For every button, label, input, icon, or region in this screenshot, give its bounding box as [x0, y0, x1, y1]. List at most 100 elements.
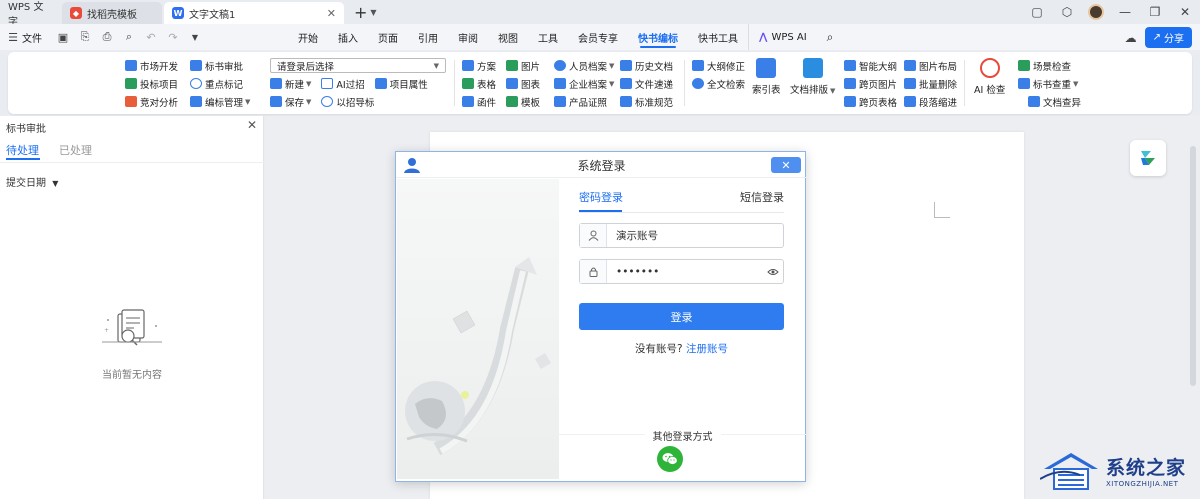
tab-insert[interactable]: 插入: [328, 24, 368, 50]
new-icon: [270, 78, 282, 89]
project-props-button[interactable]: 项目属性: [374, 76, 428, 91]
ai-pass-button[interactable]: AI过招: [321, 76, 365, 91]
layout-icon[interactable]: ▢: [1028, 3, 1046, 21]
tab-close-icon[interactable]: ✕: [327, 7, 336, 20]
vertical-scrollbar[interactable]: [1190, 146, 1196, 386]
history-icon: [620, 60, 632, 71]
bid-manage-button[interactable]: 编标管理 ▼: [190, 94, 250, 109]
tab-sms-login[interactable]: 短信登录: [740, 189, 784, 205]
index-table-button[interactable]: 索引表: [752, 58, 781, 96]
tab-document[interactable]: W 文字文稿1 ✕: [164, 2, 344, 24]
chevron-down-icon[interactable]: ▼: [188, 30, 202, 44]
tab-reference[interactable]: 引用: [408, 24, 448, 50]
chevron-down-icon[interactable]: ▼: [370, 8, 376, 17]
account-field[interactable]: 演示账号: [579, 223, 784, 248]
batch-delete-button[interactable]: 批量删除: [904, 76, 957, 91]
doc-diff-button[interactable]: 文档查异: [1028, 94, 1081, 109]
tab-member[interactable]: 会员专享: [568, 24, 628, 50]
scene-check-button[interactable]: 场景检查: [1018, 58, 1081, 73]
login-button[interactable]: 登录: [579, 303, 784, 330]
guide-bid-button[interactable]: 以招导标: [321, 94, 374, 109]
new-button[interactable]: 新建 ▼: [270, 76, 311, 91]
save-button[interactable]: 保存 ▼: [270, 94, 311, 109]
ai-check-button[interactable]: AI 检查: [974, 58, 1005, 96]
tab-kuaishu-bid[interactable]: 快书编标: [628, 24, 688, 50]
file-express-button[interactable]: 文件速递: [620, 76, 673, 91]
tab-kuaishu-tools[interactable]: 快书工具: [688, 24, 748, 50]
close-icon[interactable]: ✕: [247, 118, 257, 132]
product-cert-button[interactable]: 产品证照: [554, 94, 614, 109]
chart-button[interactable]: 图表: [506, 76, 540, 91]
tab-template[interactable]: ◆ 找稻壳模板: [62, 2, 162, 24]
docer-icon: ◆: [70, 7, 82, 19]
password-field[interactable]: •••••••: [579, 259, 784, 284]
avatar[interactable]: [1088, 4, 1104, 20]
indent-button[interactable]: 段落缩进: [904, 94, 957, 109]
wechat-login-icon[interactable]: [657, 446, 683, 472]
bid-approval-button[interactable]: 标书审批: [190, 58, 250, 73]
tab-pending[interactable]: 待处理: [6, 142, 39, 158]
account-input[interactable]: 演示账号: [607, 228, 783, 243]
chevron-down-icon: ▼: [306, 79, 312, 88]
minimize-icon[interactable]: —: [1116, 3, 1134, 21]
tab-review[interactable]: 审阅: [448, 24, 488, 50]
redo-icon[interactable]: ↷: [166, 30, 180, 44]
outline-fix-button[interactable]: 大纲修正: [692, 58, 745, 73]
undo-icon[interactable]: ↶: [144, 30, 158, 44]
watermark-name: 系统之家: [1106, 457, 1187, 479]
standard-button[interactable]: 标准规范: [620, 94, 673, 109]
doc-layout-button[interactable]: 文档排版 ▼: [790, 58, 835, 96]
competitor-analysis-button[interactable]: 竞对分析: [125, 94, 178, 109]
cross-page-image-button[interactable]: 跨页图片: [844, 76, 897, 91]
tab-view[interactable]: 视图: [488, 24, 528, 50]
props-icon: [374, 78, 387, 89]
bid-project-button[interactable]: 投标项目: [125, 76, 178, 91]
tab-wps-home[interactable]: WPS 文字: [0, 2, 60, 28]
market-dev-button[interactable]: 市场开发: [125, 58, 178, 73]
table-button[interactable]: 表格: [462, 76, 496, 91]
window-close-icon[interactable]: ✕: [1176, 3, 1194, 21]
tab-start[interactable]: 开始: [288, 24, 328, 50]
image-button[interactable]: 图片: [506, 58, 540, 73]
cross-page-table-button[interactable]: 跨页表格: [844, 94, 897, 109]
template-button[interactable]: 模板: [506, 94, 540, 109]
key-mark-button[interactable]: 重点标记: [190, 76, 250, 91]
company-archive-button[interactable]: 企业档案 ▼: [554, 76, 614, 91]
eye-icon[interactable]: [763, 268, 783, 276]
tab-wps-ai[interactable]: ⋀ WPS AI: [748, 24, 817, 50]
hamburger-icon[interactable]: ☰: [6, 30, 20, 44]
share-button[interactable]: ↗ 分享: [1144, 27, 1192, 48]
delete-icon: [904, 78, 916, 89]
print-icon[interactable]: ⎙: [100, 30, 114, 44]
scheme-button[interactable]: 方案: [462, 58, 496, 73]
tab-processed[interactable]: 已处理: [59, 142, 92, 158]
cloud-upload-icon[interactable]: ☁: [1125, 31, 1137, 45]
export-icon[interactable]: ⎘: [78, 30, 92, 44]
project-icon: [125, 78, 137, 89]
kuaishu-app-icon[interactable]: [1130, 140, 1166, 176]
search-icon[interactable]: ⌕: [817, 24, 844, 50]
ribbon-group-outline: 大纲修正 全文检索: [692, 58, 745, 91]
tab-tools[interactable]: 工具: [528, 24, 568, 50]
save-icon[interactable]: ▣: [56, 30, 70, 44]
project-select[interactable]: 请登录后选择 ▼: [270, 58, 446, 73]
tab-password-login[interactable]: 密码登录: [579, 189, 623, 205]
dialog-close-button[interactable]: ✕: [771, 157, 801, 173]
new-tab-plus-icon[interactable]: +: [354, 3, 367, 22]
date-filter[interactable]: 提交日期 ▼: [6, 174, 58, 189]
preview-icon[interactable]: ⌕: [122, 30, 136, 44]
cube-icon[interactable]: ⬡: [1058, 3, 1076, 21]
password-input[interactable]: •••••••: [607, 266, 763, 278]
file-menu[interactable]: 文件: [22, 30, 42, 45]
image-layout-button[interactable]: 图片布局: [904, 58, 957, 73]
staff-archive-button[interactable]: 人员档案 ▼: [554, 58, 614, 73]
letter-button[interactable]: 函件: [462, 94, 496, 109]
history-doc-button[interactable]: 历史文档: [620, 58, 673, 73]
smart-outline-button[interactable]: 智能大纲: [844, 58, 897, 73]
tab-page[interactable]: 页面: [368, 24, 408, 50]
restore-icon[interactable]: ❐: [1146, 3, 1164, 21]
fulltext-search-button[interactable]: 全文检索: [692, 76, 745, 91]
register-link[interactable]: 注册账号: [686, 343, 728, 355]
dup-check-button[interactable]: 标书查重 ▼: [1018, 76, 1081, 91]
chevron-down-icon: ▼: [433, 61, 439, 70]
